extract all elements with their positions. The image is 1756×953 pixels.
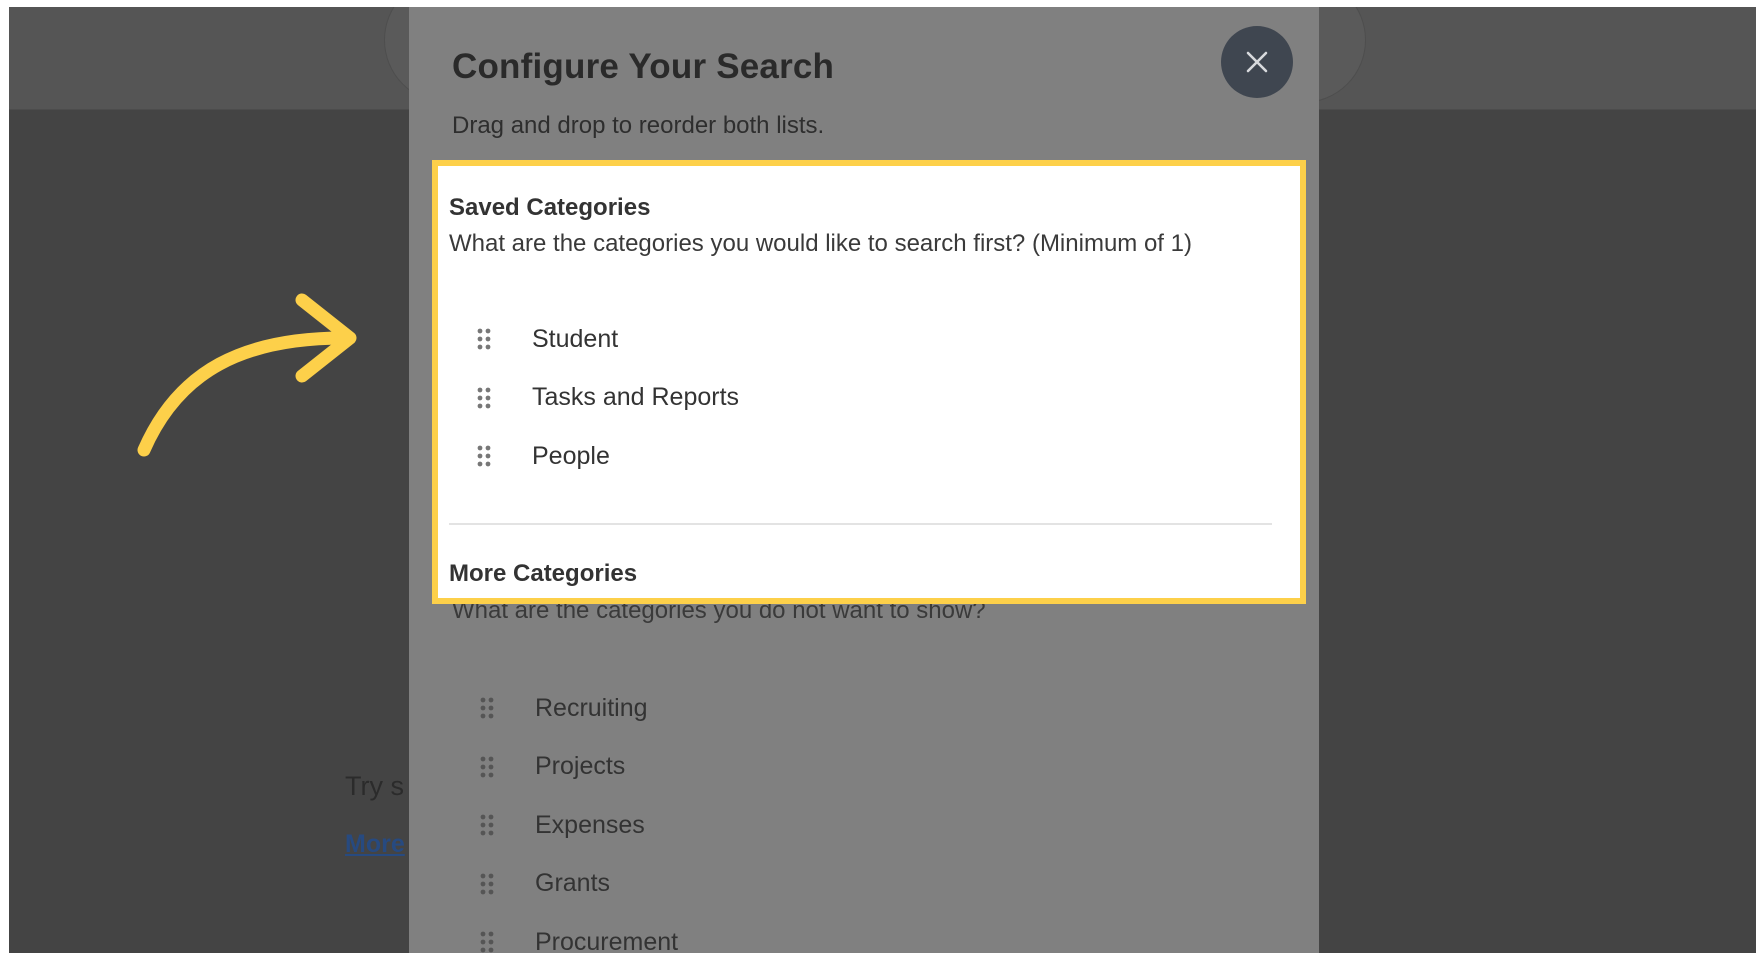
list-item[interactable]: Recruiting bbox=[479, 679, 678, 738]
curved-arrow-icon bbox=[137, 293, 357, 457]
list-item[interactable]: Expenses bbox=[479, 796, 678, 855]
saved-categories-heading: Saved Categories bbox=[449, 194, 651, 221]
category-label: Expenses bbox=[535, 810, 645, 839]
drag-handle-icon[interactable] bbox=[476, 327, 492, 351]
close-icon bbox=[1246, 51, 1268, 73]
drag-handle-icon[interactable] bbox=[479, 755, 495, 779]
list-item[interactable]: Grants bbox=[479, 855, 678, 914]
more-categories-heading: More Categories bbox=[449, 560, 638, 587]
category-label: People bbox=[532, 441, 610, 470]
background-hint-text: Try s bbox=[345, 771, 404, 801]
section-divider bbox=[449, 523, 1272, 525]
list-item[interactable]: People bbox=[476, 427, 739, 486]
drag-handle-icon[interactable] bbox=[479, 813, 495, 837]
category-label: Student bbox=[532, 324, 619, 353]
list-item[interactable]: Student bbox=[476, 310, 739, 369]
category-label: Projects bbox=[535, 752, 626, 781]
category-label: Procurement bbox=[535, 927, 679, 953]
saved-categories-question: What are the categories you would like t… bbox=[449, 230, 1192, 257]
drag-handle-icon[interactable] bbox=[479, 930, 495, 953]
list-item[interactable]: Procurement bbox=[479, 913, 678, 953]
close-button[interactable] bbox=[1221, 26, 1293, 98]
highlight-spotlight: Saved Categories What are the categories… bbox=[432, 160, 1306, 604]
saved-categories-list: Student Tasks and Reports People bbox=[476, 310, 739, 486]
category-label: Tasks and Reports bbox=[532, 383, 740, 412]
list-item[interactable]: Projects bbox=[479, 738, 678, 797]
list-item[interactable]: Tasks and Reports bbox=[476, 369, 739, 428]
category-label: Grants bbox=[535, 869, 611, 898]
drag-handle-icon[interactable] bbox=[479, 872, 495, 896]
more-categories-list: Recruiting Projects Expenses Grants Proc… bbox=[479, 679, 678, 953]
modal-subtitle: Drag and drop to reorder both lists. bbox=[452, 112, 825, 139]
modal-title: Configure Your Search bbox=[452, 47, 835, 86]
drag-handle-icon[interactable] bbox=[476, 386, 492, 410]
background-more-link[interactable]: More bbox=[345, 830, 405, 859]
category-label: Recruiting bbox=[535, 693, 648, 722]
drag-handle-icon[interactable] bbox=[476, 444, 492, 468]
drag-handle-icon[interactable] bbox=[479, 696, 495, 720]
